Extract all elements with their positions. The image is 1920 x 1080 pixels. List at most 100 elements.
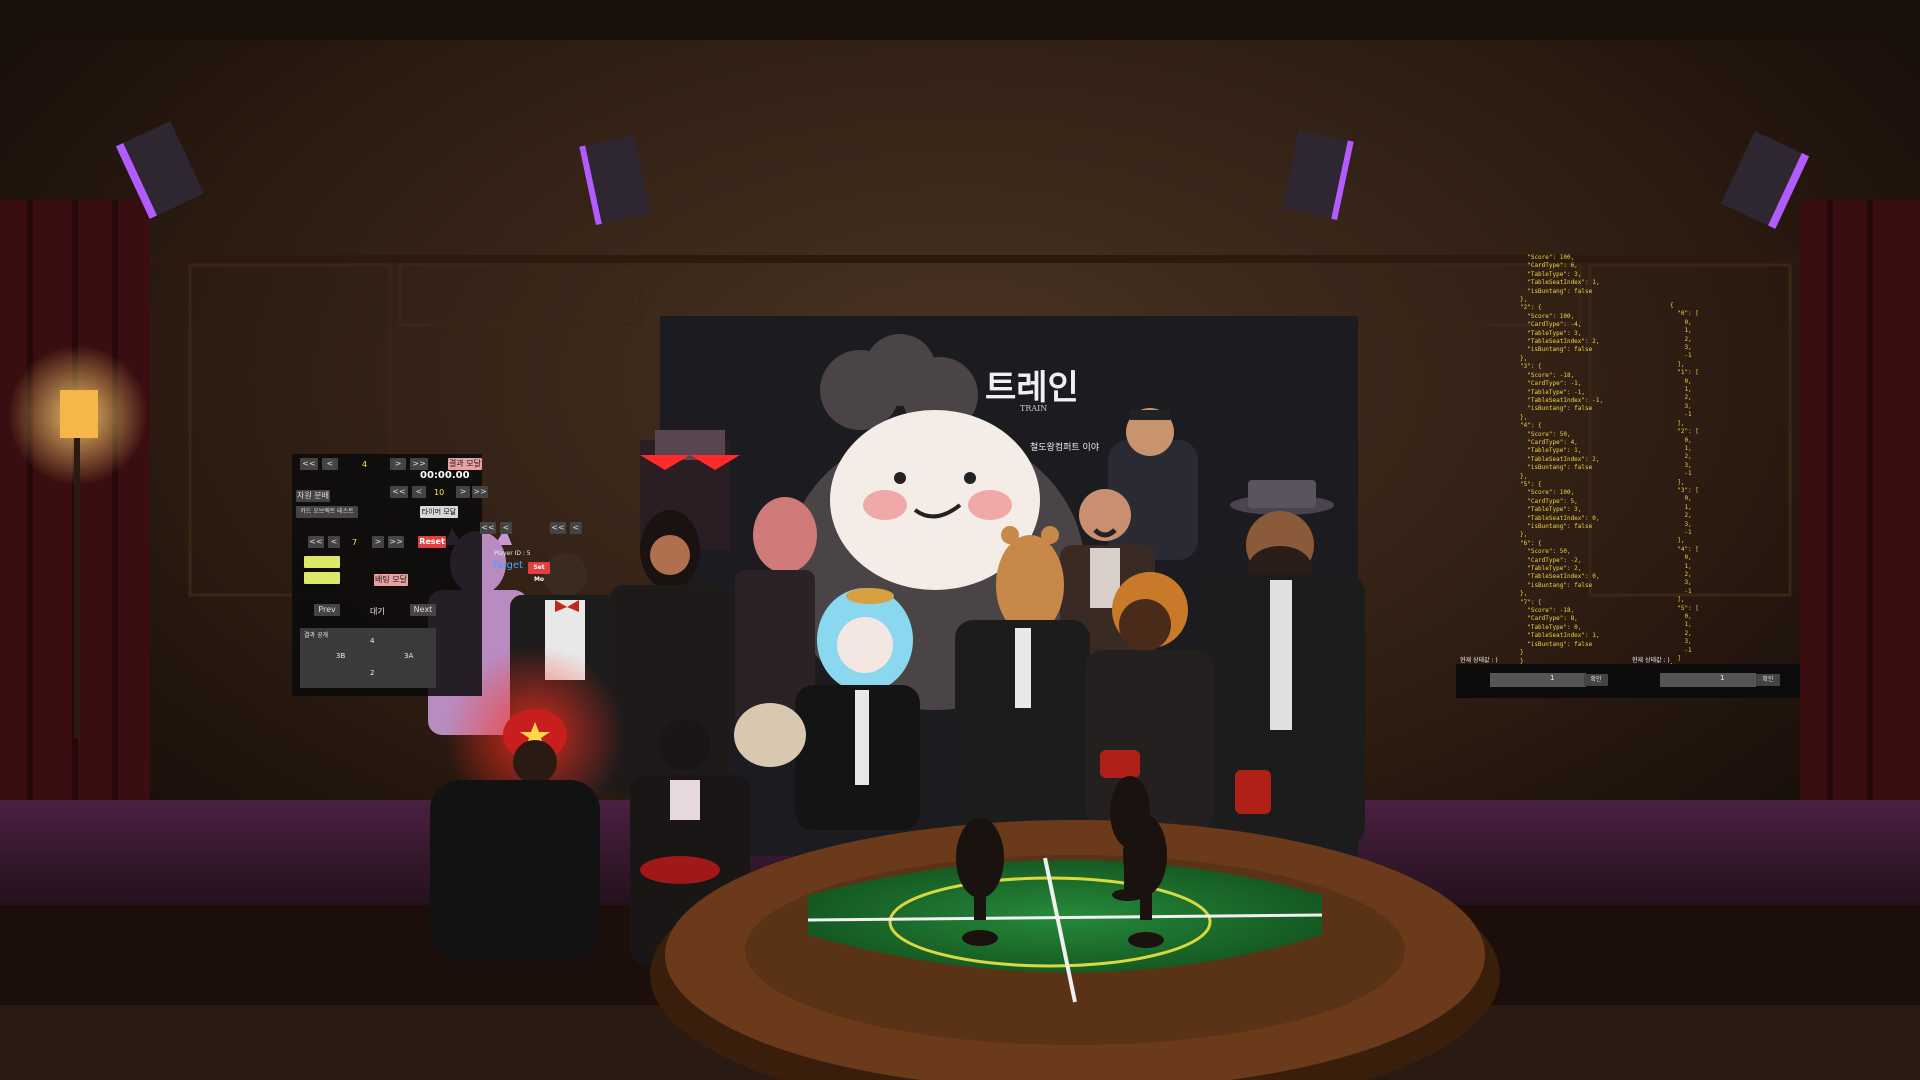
json-line: "TableType": 3, [1520, 329, 1582, 337]
extra-prev2-button[interactable]: < [570, 522, 582, 534]
json-line: "isBuntang": false [1520, 523, 1593, 530]
extra-first2-button[interactable]: << [550, 522, 566, 534]
json-right-column: { "0": [ 0, 1, 2, 3, -1 ], "1": [ 0, 1, … [1670, 302, 1699, 672]
state-input-left-field[interactable] [1490, 673, 1586, 687]
json-line: 3, [1670, 520, 1692, 528]
result-title: 결과 공개 [304, 632, 328, 639]
json-line: "isBuntang": false [1520, 464, 1593, 472]
json-line: "CardType": 5, [1520, 497, 1578, 505]
timer-modal-button[interactable]: 타이머 모달 [420, 506, 458, 518]
json-line: "CardType": 4, [1520, 438, 1578, 446]
reset-button[interactable]: Reset [418, 536, 446, 548]
row1-last-button[interactable]: >> [410, 458, 428, 470]
json-line: "TableType": 2, [1520, 565, 1582, 573]
state-confirm-left-button[interactable]: 확인 [1584, 674, 1608, 686]
json-line: "TableSeatIndex": 2, [1520, 338, 1600, 346]
resource-distribute-button[interactable]: 자원 분배 [296, 490, 330, 502]
row3-first-button[interactable]: << [308, 536, 324, 548]
result-value-2: 3B [336, 652, 346, 660]
json-line: 2, [1670, 571, 1692, 578]
result-value-1: 4 [370, 637, 375, 645]
state-input-left-value: 1 [1550, 674, 1555, 682]
row2-prev-button[interactable]: < [412, 486, 426, 498]
json-line: "CardType": -2, [1520, 556, 1582, 564]
json-line: 0, [1670, 495, 1692, 503]
result-value-3: 3A [404, 652, 414, 660]
json-line: 0, [1670, 554, 1692, 562]
state-input-right-field[interactable] [1660, 673, 1756, 687]
json-line: "CardType": -4, [1520, 321, 1582, 329]
row2-first-button[interactable]: << [390, 486, 408, 498]
json-line: "TableSeatIndex": 1, [1520, 279, 1600, 287]
json-line: 1, [1670, 444, 1692, 452]
row2-value: 10 [434, 488, 445, 497]
json-line: "TableSeatIndex": -1, [1520, 396, 1604, 404]
json-line: "Score": 100, [1520, 489, 1575, 497]
json-line: "TableType": 3, [1520, 270, 1582, 278]
betting-modal-button[interactable]: 배팅 모달 [374, 574, 408, 586]
json-line: 3, [1670, 638, 1692, 646]
set-mode-button[interactable]: Set Mo [528, 562, 550, 583]
row3-last-button[interactable]: >> [388, 536, 404, 548]
json-line: -1 [1670, 528, 1692, 536]
json-line: "Score": 100, [1520, 254, 1575, 261]
yellow-toggle-2[interactable] [304, 572, 340, 584]
json-line: "5": { [1520, 480, 1542, 488]
json-left-column: "Score": 100, "CardType": 6, "TableType"… [1520, 254, 1603, 666]
yellow-toggle-1[interactable] [304, 556, 340, 568]
json-line: "TableType": 0, [1520, 623, 1582, 631]
json-line: 2, [1670, 629, 1692, 637]
card-object-test-button[interactable]: 카드 오브젝트 테스트 [296, 506, 358, 518]
json-line: "isBuntang": false [1520, 581, 1593, 589]
json-line: "Score": -18, [1520, 371, 1575, 379]
row3-next-button[interactable]: > [372, 536, 384, 548]
json-line: }, [1520, 472, 1528, 480]
json-line: 2, [1670, 512, 1692, 520]
json-line: ] [1670, 655, 1681, 663]
row1-next-button[interactable]: > [390, 458, 406, 470]
json-line: }, [1520, 531, 1528, 539]
json-line: ], [1670, 537, 1685, 545]
json-line: "2": [ [1670, 428, 1699, 436]
json-line: }, [1520, 413, 1528, 421]
json-line: 3, [1670, 402, 1692, 410]
json-line: "5": [ [1670, 604, 1699, 612]
row2-next-button[interactable]: > [456, 486, 470, 498]
timer-display: 00:00.00 [420, 470, 470, 481]
json-line: 2, [1670, 335, 1692, 343]
row1-value: 4 [362, 460, 368, 469]
json-line: -1 [1670, 587, 1692, 595]
extra-first-button[interactable]: << [480, 522, 496, 534]
json-line: 3, [1670, 579, 1692, 587]
json-line: 2, [1670, 394, 1692, 402]
row2-last-button[interactable]: >> [472, 486, 488, 498]
json-line: "4": { [1520, 422, 1542, 430]
json-line: { [1670, 302, 1674, 309]
json-line: "Score": 50, [1520, 548, 1571, 556]
state-input-right-value: 1 [1720, 674, 1725, 682]
json-line: "4": [ [1670, 545, 1699, 553]
json-line: "3": { [1520, 363, 1542, 371]
state-confirm-right-button[interactable]: 확인 [1756, 674, 1780, 686]
json-line: ], [1670, 478, 1685, 486]
json-line: ], [1670, 419, 1685, 427]
json-line: }, [1520, 296, 1528, 304]
json-line: "TableSeatIndex": 0, [1520, 514, 1600, 522]
json-line: "Score": 50, [1520, 430, 1571, 438]
json-line: ], [1670, 596, 1685, 604]
json-line: "isBuntang": false [1520, 346, 1593, 354]
row1-prev-button[interactable]: < [322, 458, 338, 470]
json-line: -1 [1670, 352, 1692, 360]
json-line: "0": [ [1670, 310, 1699, 318]
next-button[interactable]: Next [410, 604, 436, 616]
row3-prev-button[interactable]: < [328, 536, 340, 548]
row1-first-button[interactable]: << [300, 458, 318, 470]
row3-value: 7 [352, 538, 358, 547]
json-line: -1 [1670, 470, 1692, 478]
prev-button[interactable]: Prev [314, 604, 340, 616]
extra-prev-button[interactable]: < [500, 522, 512, 534]
json-line: }, [1520, 590, 1528, 598]
state-input-left-label: 현재 상태값 : ) [1460, 657, 1498, 664]
result-modal-button[interactable]: 결과 모달 [448, 458, 482, 470]
json-line: 1, [1670, 327, 1692, 335]
